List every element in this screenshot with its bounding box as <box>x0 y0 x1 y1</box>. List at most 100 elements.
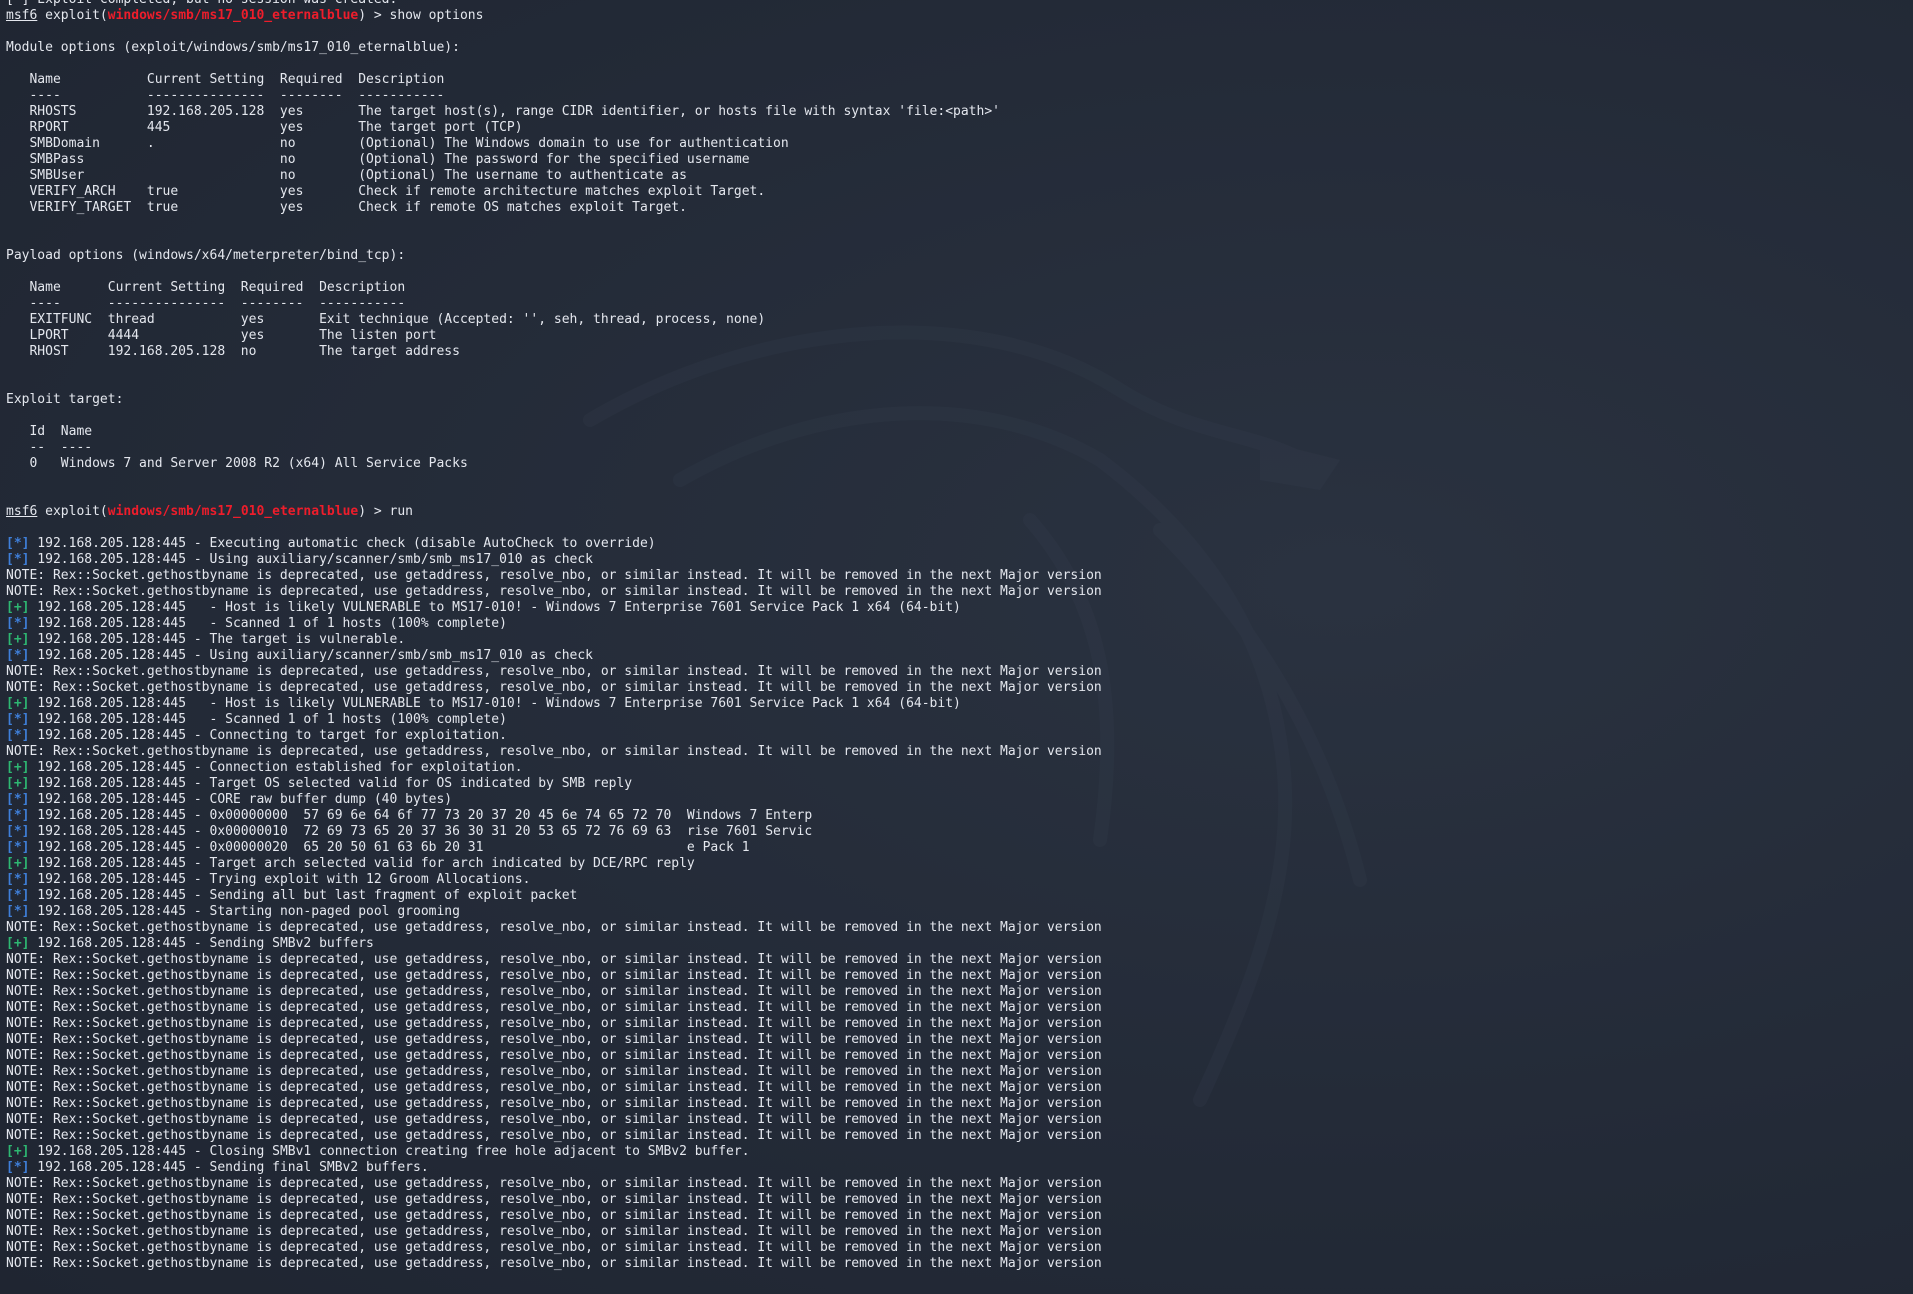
status-message: 192.168.205.128:445 - Scanned 1 of 1 hos… <box>29 616 507 631</box>
output-line: 0 Windows 7 and Server 2008 R2 (x64) All… <box>6 456 468 471</box>
status-message: 192.168.205.128:445 - Starting non-paged… <box>29 904 460 919</box>
success-line: [+] 192.168.205.128:445 - Host is likely… <box>6 600 1102 616</box>
status-line: [*] 192.168.205.128:445 - Sending final … <box>6 1160 1102 1176</box>
success-line: [+] 192.168.205.128:445 - The target is … <box>6 632 1102 648</box>
success-marker: [+] <box>6 776 30 791</box>
output-line: NOTE: Rex::Socket.gethostbyname is depre… <box>6 952 1102 967</box>
output-line: NOTE: Rex::Socket.gethostbyname is depre… <box>6 1032 1102 1047</box>
status-message: 192.168.205.128:445 - 0x00000020 65 20 5… <box>29 840 750 855</box>
status-message: 192.168.205.128:445 - CORE raw buffer du… <box>29 792 453 807</box>
info-marker: [*] <box>6 824 30 839</box>
status-message: 192.168.205.128:445 - 0x00000010 72 69 7… <box>29 824 813 839</box>
info-marker: [*] <box>6 616 30 631</box>
info-marker: [*] <box>6 728 30 743</box>
terminal-window[interactable]: [*] Exploit completed, but no session wa… <box>0 0 1913 1294</box>
output-line: NOTE: Rex::Socket.gethostbyname is depre… <box>6 680 1102 695</box>
status-line: [*] 192.168.205.128:445 - Sending all bu… <box>6 888 1102 904</box>
output-line: NOTE: Rex::Socket.gethostbyname is depre… <box>6 1016 1102 1031</box>
success-marker: [+] <box>6 760 30 775</box>
status-line: [*] 192.168.205.128:445 - Using auxiliar… <box>6 648 1102 664</box>
success-line: [+] 192.168.205.128:445 - Target arch se… <box>6 856 1102 872</box>
info-marker: [*] <box>6 840 30 855</box>
status-message: 192.168.205.128:445 - Target OS selected… <box>29 776 633 791</box>
output-line: VERIFY_ARCH true yes Check if remote arc… <box>6 184 766 199</box>
output-line: SMBUser no (Optional) The username to au… <box>6 168 687 183</box>
output-line: ---- --------------- -------- ----------… <box>6 296 406 311</box>
status-message: 192.168.205.128:445 - Scanned 1 of 1 hos… <box>29 712 507 727</box>
output-line: NOTE: Rex::Socket.gethostbyname is depre… <box>6 1208 1102 1223</box>
prompt-command: ) > show options <box>358 8 484 23</box>
output-line: NOTE: Rex::Socket.gethostbyname is depre… <box>6 1112 1102 1127</box>
success-marker: [+] <box>6 632 30 647</box>
status-line: [*] 192.168.205.128:445 - Connecting to … <box>6 728 1102 744</box>
status-line: [*] 192.168.205.128:445 - Executing auto… <box>6 536 1102 552</box>
output-line: NOTE: Rex::Socket.gethostbyname is depre… <box>6 920 1102 935</box>
output-line: NOTE: Rex::Socket.gethostbyname is depre… <box>6 744 1102 759</box>
success-marker: [+] <box>6 856 30 871</box>
prompt-exploit-prefix: exploit( <box>37 8 108 23</box>
output-line: NOTE: Rex::Socket.gethostbyname is depre… <box>6 568 1102 583</box>
output-line: NOTE: Rex::Socket.gethostbyname is depre… <box>6 1192 1102 1207</box>
info-marker: [*] <box>6 888 30 903</box>
success-line: [+] 192.168.205.128:445 - Connection est… <box>6 760 1102 776</box>
success-line: [+] 192.168.205.128:445 - Host is likely… <box>6 696 1102 712</box>
status-message: 192.168.205.128:445 - 0x00000000 57 69 6… <box>29 808 813 823</box>
info-marker: [*] <box>6 648 30 663</box>
output-line: EXITFUNC thread yes Exit technique (Acce… <box>6 312 766 327</box>
output-line: SMBDomain . no (Optional) The Windows do… <box>6 136 789 151</box>
output-line: ---- --------------- -------- ----------… <box>6 88 445 103</box>
status-message: 192.168.205.128:445 - Host is likely VUL… <box>29 696 961 711</box>
command-prompt-line: msf6 exploit(windows/smb/ms17_010_eterna… <box>6 504 1102 520</box>
status-message: 192.168.205.128:445 - Target arch select… <box>29 856 695 871</box>
output-line: RHOSTS 192.168.205.128 yes The target ho… <box>6 104 1000 119</box>
status-line: [*] 192.168.205.128:445 - Starting non-p… <box>6 904 1102 920</box>
info-marker: [*] <box>6 552 30 567</box>
prompt-name: msf6 <box>6 8 38 23</box>
output-line: Name Current Setting Required Descriptio… <box>6 72 445 87</box>
info-marker: [*] <box>6 808 30 823</box>
status-message: 192.168.205.128:445 - Closing SMBv1 conn… <box>29 1144 750 1159</box>
status-message: 192.168.205.128:445 - Using auxiliary/sc… <box>29 552 594 567</box>
output-line: Name Current Setting Required Descriptio… <box>6 280 406 295</box>
output-line: LPORT 4444 yes The listen port <box>6 328 437 343</box>
status-line: [*] 192.168.205.128:445 - Trying exploit… <box>6 872 1102 888</box>
status-message: 192.168.205.128:445 - Connection establi… <box>29 760 523 775</box>
output-line: Module options (exploit/windows/smb/ms17… <box>6 40 460 55</box>
output-line: NOTE: Rex::Socket.gethostbyname is depre… <box>6 1240 1102 1255</box>
status-message: 192.168.205.128:445 - Host is likely VUL… <box>29 600 961 615</box>
prompt-name: msf6 <box>6 504 38 519</box>
output-line: -- ---- <box>6 440 93 455</box>
output-line: NOTE: Rex::Socket.gethostbyname is depre… <box>6 1176 1102 1191</box>
output-line: NOTE: Rex::Socket.gethostbyname is depre… <box>6 1224 1102 1239</box>
output-line: Id Name <box>6 424 93 439</box>
prompt-module-name: windows/smb/ms17_010_eternalblue <box>107 8 359 23</box>
status-line: [*] 192.168.205.128:445 - Scanned 1 of 1… <box>6 616 1102 632</box>
success-line: [+] 192.168.205.128:445 - Closing SMBv1 … <box>6 1144 1102 1160</box>
status-message: 192.168.205.128:445 - Using auxiliary/sc… <box>29 648 594 663</box>
prompt-exploit-prefix: exploit( <box>37 504 108 519</box>
status-message: 192.168.205.128:445 - Connecting to targ… <box>29 728 507 743</box>
info-marker: [*] <box>6 904 30 919</box>
status-line: [*] 192.168.205.128:445 - 0x00000020 65 … <box>6 840 1102 856</box>
output-line: VERIFY_TARGET true yes Check if remote O… <box>6 200 687 215</box>
success-marker: [+] <box>6 1144 30 1159</box>
status-message: 192.168.205.128:445 - Sending all but la… <box>29 888 578 903</box>
output-line: NOTE: Rex::Socket.gethostbyname is depre… <box>6 584 1102 599</box>
success-marker: [+] <box>6 936 30 951</box>
info-marker: [*] <box>6 792 30 807</box>
status-message: 192.168.205.128:445 - The target is vuln… <box>29 632 406 647</box>
success-line: [+] 192.168.205.128:445 - Target OS sele… <box>6 776 1102 792</box>
info-marker: [*] <box>6 712 30 727</box>
status-line: [*] 192.168.205.128:445 - Using auxiliar… <box>6 552 1102 568</box>
success-marker: [+] <box>6 600 30 615</box>
terminal-output: [*] Exploit completed, but no session wa… <box>6 0 1102 1272</box>
output-line: NOTE: Rex::Socket.gethostbyname is depre… <box>6 1048 1102 1063</box>
